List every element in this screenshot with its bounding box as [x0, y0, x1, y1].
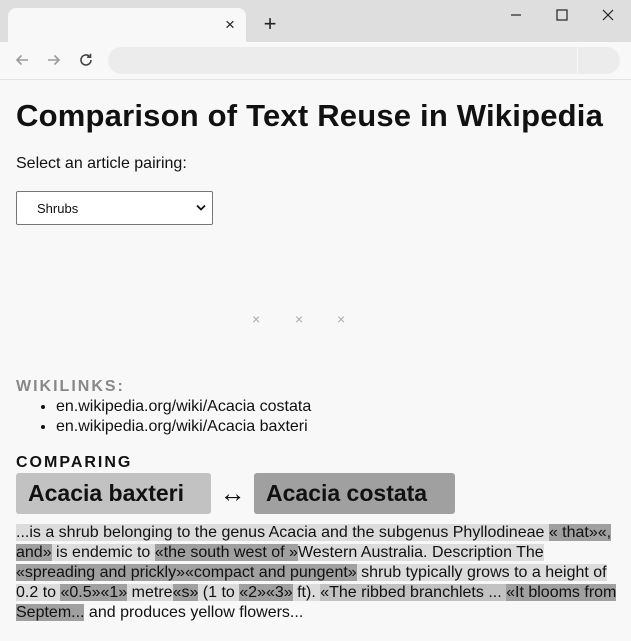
wikilink-item[interactable]: en.wikipedia.org/wiki/Acacia costata — [56, 397, 311, 417]
passage-text: and produces yellow flowers... — [84, 604, 304, 621]
maximize-icon — [556, 9, 568, 21]
wikilink-item[interactable]: en.wikipedia.org/wiki/Acacia baxteri — [56, 417, 311, 437]
select-value: Shrubs — [37, 200, 79, 216]
passage-highlight: Western Australia. Description The — [297, 544, 544, 561]
loading-indicator: × × × — [252, 311, 352, 327]
passage-highlight: metre — [127, 584, 173, 601]
compared-passage: ...is a shrub belonging to the genus Aca… — [16, 523, 621, 623]
forward-button[interactable] — [42, 48, 66, 72]
select-label: Select an article pairing: — [16, 155, 187, 172]
passage-highlight: is endemic to — [51, 544, 155, 561]
article-pair: Acacia baxteri ↔ Acacia costata — [16, 473, 455, 514]
back-button[interactable] — [10, 48, 34, 72]
wikilinks-list: en.wikipedia.org/wiki/Acacia costata en.… — [16, 397, 311, 437]
article-right-badge: Acacia costata — [254, 473, 455, 514]
browser-toolbar — [0, 42, 631, 80]
passage-highlight: ...is a shrub belonging to the genus Aca… — [16, 524, 549, 541]
loading-mark: × — [337, 311, 346, 327]
passage-highlight: «2»«3» — [239, 584, 293, 601]
loading-mark: × — [252, 311, 261, 327]
maximize-window-button[interactable] — [544, 4, 580, 26]
loading-mark: × — [295, 311, 304, 327]
minimize-icon — [511, 14, 521, 16]
page-content: Comparison of Text Reuse in Wikipedia Se… — [16, 80, 621, 621]
arrow-right-icon — [48, 54, 61, 66]
chevron-down-icon — [196, 204, 206, 211]
page-title: Comparison of Text Reuse in Wikipedia — [16, 98, 604, 133]
passage-highlight: «s» — [172, 584, 199, 601]
article-left-badge: Acacia baxteri — [16, 473, 211, 514]
passage-highlight: (1 to — [198, 584, 240, 601]
wikilinks-heading: WIKILINKS: — [16, 378, 125, 395]
address-bar-end[interactable] — [577, 47, 620, 74]
passage-highlight: «the south west of » — [154, 544, 298, 561]
bidirectional-arrow-icon: ↔ — [219, 478, 246, 508]
address-bar[interactable] — [108, 47, 620, 74]
passage-highlight: ft). — [292, 584, 321, 601]
minimize-window-button[interactable] — [498, 4, 534, 26]
close-window-button[interactable] — [590, 4, 626, 26]
tab-strip: × + — [0, 0, 631, 42]
tab-close-icon[interactable]: × — [220, 15, 240, 35]
new-tab-button[interactable]: + — [258, 12, 282, 36]
browser-tab[interactable]: × — [8, 8, 246, 42]
reload-button[interactable] — [74, 48, 98, 72]
reload-icon — [80, 53, 92, 66]
passage-highlight: «The ribbed branchlets ... — [320, 584, 507, 601]
close-icon — [602, 9, 614, 21]
article-pairing-select[interactable]: Shrubs — [16, 191, 213, 225]
arrow-left-icon — [15, 54, 28, 66]
passage-highlight: «spreading and prickly»«compact and pung… — [16, 564, 357, 581]
passage-highlight: «0.5»«1» — [60, 584, 128, 601]
comparing-heading: COMPARING — [16, 454, 133, 471]
